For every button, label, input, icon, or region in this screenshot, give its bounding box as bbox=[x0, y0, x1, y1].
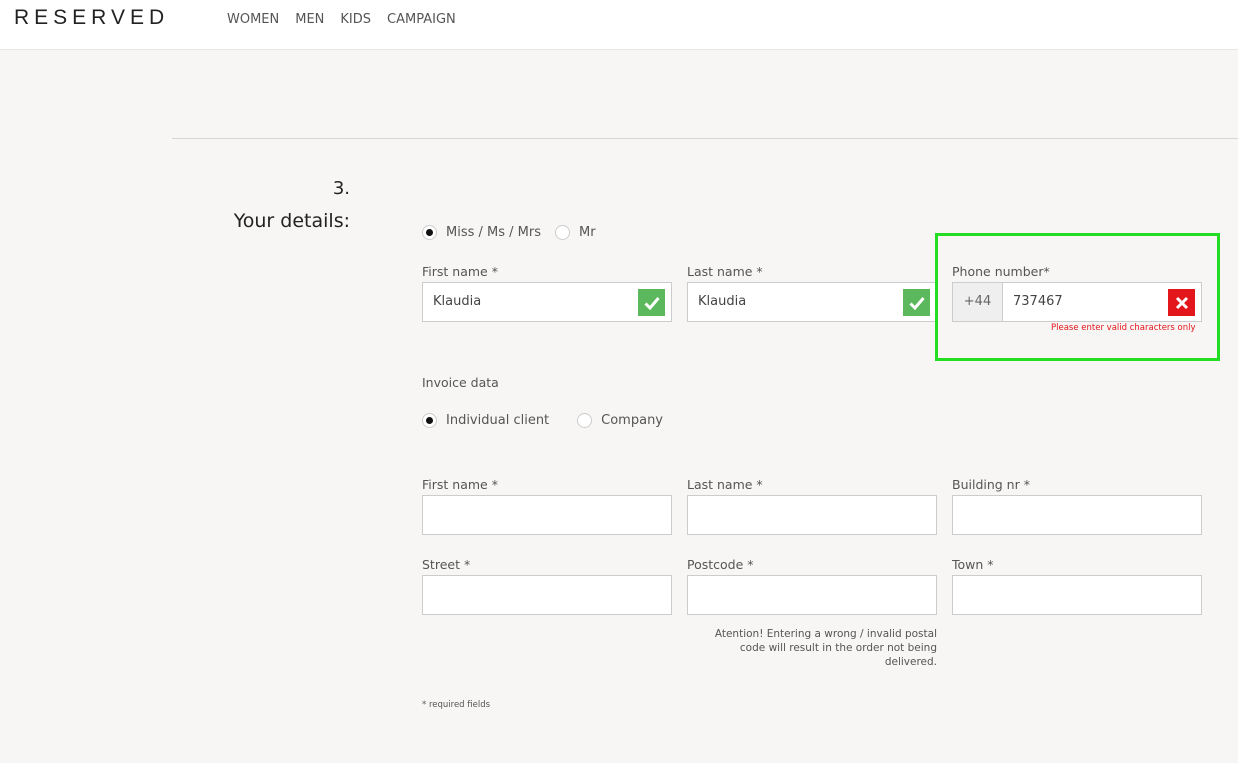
phone-highlight-box bbox=[935, 233, 1220, 361]
client-option-label: Company bbox=[601, 413, 664, 428]
title-option-mr[interactable]: Mr bbox=[555, 225, 596, 240]
radio-selected-icon[interactable] bbox=[422, 225, 437, 240]
step-number: 3. bbox=[332, 178, 350, 199]
town-label: Town * bbox=[952, 557, 994, 572]
nav-campaign[interactable]: CAMPAIGN bbox=[387, 12, 456, 27]
title-option-miss[interactable]: Miss / Ms / Mrs bbox=[422, 225, 541, 240]
invoice-heading: Invoice data bbox=[422, 375, 499, 390]
nav-women[interactable]: WOMEN bbox=[227, 12, 279, 27]
client-type-options: Individual client Company bbox=[422, 413, 677, 428]
first-name-label: First name * bbox=[422, 264, 498, 279]
last-name-label: Last name * bbox=[687, 264, 763, 279]
building-nr-field[interactable] bbox=[952, 495, 1202, 535]
invoice-last-name-field[interactable] bbox=[687, 495, 937, 535]
postcode-warning: Atention! Entering a wrong / invalid pos… bbox=[714, 628, 937, 668]
main-nav: WOMEN MEN KIDS CAMPAIGN bbox=[227, 12, 472, 27]
last-name-field[interactable]: Klaudia bbox=[687, 282, 937, 322]
invoice-first-name-field[interactable] bbox=[422, 495, 672, 535]
nav-men[interactable]: MEN bbox=[295, 12, 324, 27]
last-name-value: Klaudia bbox=[698, 294, 747, 309]
radio-unselected-icon[interactable] bbox=[555, 225, 570, 240]
town-field[interactable] bbox=[952, 575, 1202, 615]
postcode-field[interactable] bbox=[687, 575, 937, 615]
street-field[interactable] bbox=[422, 575, 672, 615]
step-title: Your details: bbox=[233, 210, 350, 232]
radio-selected-icon[interactable] bbox=[422, 413, 437, 428]
client-option-company[interactable]: Company bbox=[577, 413, 663, 428]
invoice-first-name-label: First name * bbox=[422, 477, 498, 492]
invoice-last-name-label: Last name * bbox=[687, 477, 763, 492]
section-divider bbox=[172, 138, 1238, 139]
title-option-label: Miss / Ms / Mrs bbox=[446, 225, 541, 240]
client-option-individual[interactable]: Individual client bbox=[422, 413, 549, 428]
check-icon bbox=[638, 289, 665, 316]
radio-unselected-icon[interactable] bbox=[577, 413, 593, 428]
title-options: Miss / Ms / Mrs Mr bbox=[422, 225, 610, 240]
first-name-field[interactable]: Klaudia bbox=[422, 282, 672, 322]
street-label: Street * bbox=[422, 557, 471, 572]
required-fields-note: * required fields bbox=[422, 700, 491, 710]
postcode-label: Postcode * bbox=[687, 557, 754, 572]
client-option-label: Individual client bbox=[446, 413, 550, 428]
brand-logo[interactable]: RESERVED bbox=[14, 6, 169, 30]
title-option-label: Mr bbox=[579, 225, 596, 240]
nav-kids[interactable]: KIDS bbox=[340, 12, 371, 27]
building-nr-label: Building nr * bbox=[952, 477, 1030, 492]
check-icon bbox=[903, 289, 930, 316]
site-header: RESERVED WOMEN MEN KIDS CAMPAIGN bbox=[0, 0, 1238, 50]
first-name-value: Klaudia bbox=[433, 294, 482, 309]
